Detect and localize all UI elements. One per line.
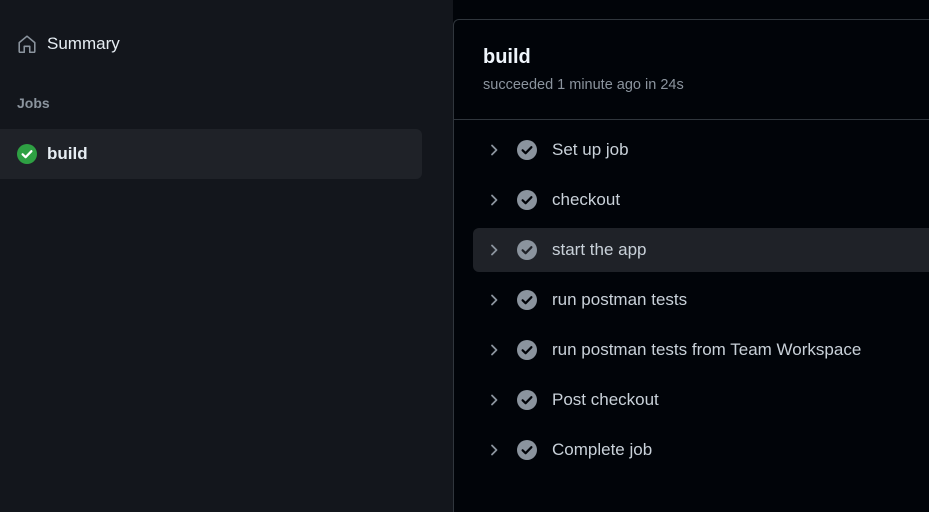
sidebar-summary-label: Summary	[47, 34, 120, 53]
step-label: run postman tests from Team Workspace	[552, 340, 862, 359]
check-circle-icon	[516, 339, 538, 361]
chevron-right-icon	[486, 142, 502, 158]
check-circle-icon	[516, 189, 538, 211]
check-circle-icon	[516, 439, 538, 461]
step-label: Complete job	[552, 440, 653, 459]
chevron-right-icon	[486, 192, 502, 208]
sidebar: Summary Jobs build	[0, 0, 453, 512]
sidebar-job-label: build	[47, 144, 88, 163]
job-title: build	[483, 46, 531, 68]
sidebar-job-build[interactable]: build	[0, 129, 422, 179]
step-row-active[interactable]: start the app	[473, 228, 929, 272]
step-label: start the app	[552, 240, 647, 259]
step-row[interactable]: run postman tests	[473, 278, 929, 322]
chevron-right-icon	[486, 442, 502, 458]
chevron-right-icon	[486, 292, 502, 308]
step-row[interactable]: Set up job	[473, 128, 929, 172]
step-row[interactable]: Post checkout	[473, 378, 929, 422]
chevron-right-icon	[486, 392, 502, 408]
job-status-text: succeeded 1 minute ago in 24s	[483, 77, 684, 93]
step-row[interactable]: checkout	[473, 178, 929, 222]
job-detail-panel: build succeeded 1 minute ago in 24s Set …	[453, 19, 929, 512]
check-circle-icon	[516, 389, 538, 411]
check-circle-icon	[516, 239, 538, 261]
sidebar-summary-link[interactable]: Summary	[16, 30, 120, 58]
chevron-right-icon	[486, 342, 502, 358]
check-circle-icon	[516, 139, 538, 161]
jobs-heading: Jobs	[17, 95, 50, 111]
home-icon	[16, 33, 38, 55]
steps-list: Set up job checkout start the app run po…	[473, 128, 929, 478]
job-detail-header: build succeeded 1 minute ago in 24s	[454, 20, 929, 120]
step-row[interactable]: Complete job	[473, 428, 929, 472]
chevron-right-icon	[486, 242, 502, 258]
step-label: checkout	[552, 190, 621, 209]
check-circle-icon	[516, 289, 538, 311]
step-label: Set up job	[552, 140, 629, 159]
step-row[interactable]: run postman tests from Team Workspace	[473, 328, 929, 372]
check-circle-icon	[17, 144, 37, 164]
step-label: Post checkout	[552, 390, 659, 409]
step-label: run postman tests	[552, 290, 688, 309]
